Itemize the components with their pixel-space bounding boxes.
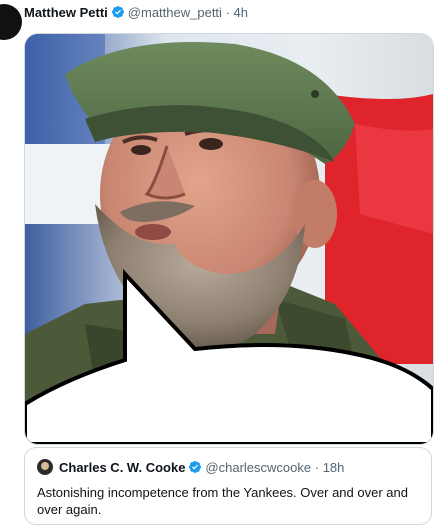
author-handle[interactable]: @matthew_petti bbox=[128, 5, 222, 20]
tweet-byline: Matthew Petti @matthew_petti · 4h bbox=[24, 5, 248, 20]
verified-badge-icon bbox=[189, 461, 202, 473]
tweet-time[interactable]: 4h bbox=[234, 5, 248, 20]
author-avatar[interactable] bbox=[0, 4, 22, 40]
quoted-tweet-time[interactable]: 18h bbox=[323, 460, 345, 475]
byline-separator: · bbox=[225, 5, 230, 20]
author-name[interactable]: Matthew Petti bbox=[24, 5, 108, 20]
quoted-author-name[interactable]: Charles C. W. Cooke bbox=[59, 460, 185, 475]
quoted-tweet-text: Astonishing incompetence from the Yankee… bbox=[37, 485, 408, 517]
media-image bbox=[25, 34, 433, 444]
verified-badge-icon bbox=[111, 6, 124, 18]
quoted-author-handle[interactable]: @charlescwcooke bbox=[205, 460, 311, 475]
tweet-header: Matthew Petti @matthew_petti · 4h bbox=[0, 0, 434, 40]
quoted-tweet-byline: Charles C. W. Cooke @charlescwcooke · 18h bbox=[37, 459, 344, 475]
quoted-tweet[interactable]: Charles C. W. Cooke @charlescwcooke · 18h… bbox=[24, 447, 432, 525]
quoted-author-avatar[interactable] bbox=[37, 459, 53, 475]
quoted-byline-separator: · bbox=[314, 460, 320, 475]
tweet-media[interactable] bbox=[24, 33, 434, 445]
